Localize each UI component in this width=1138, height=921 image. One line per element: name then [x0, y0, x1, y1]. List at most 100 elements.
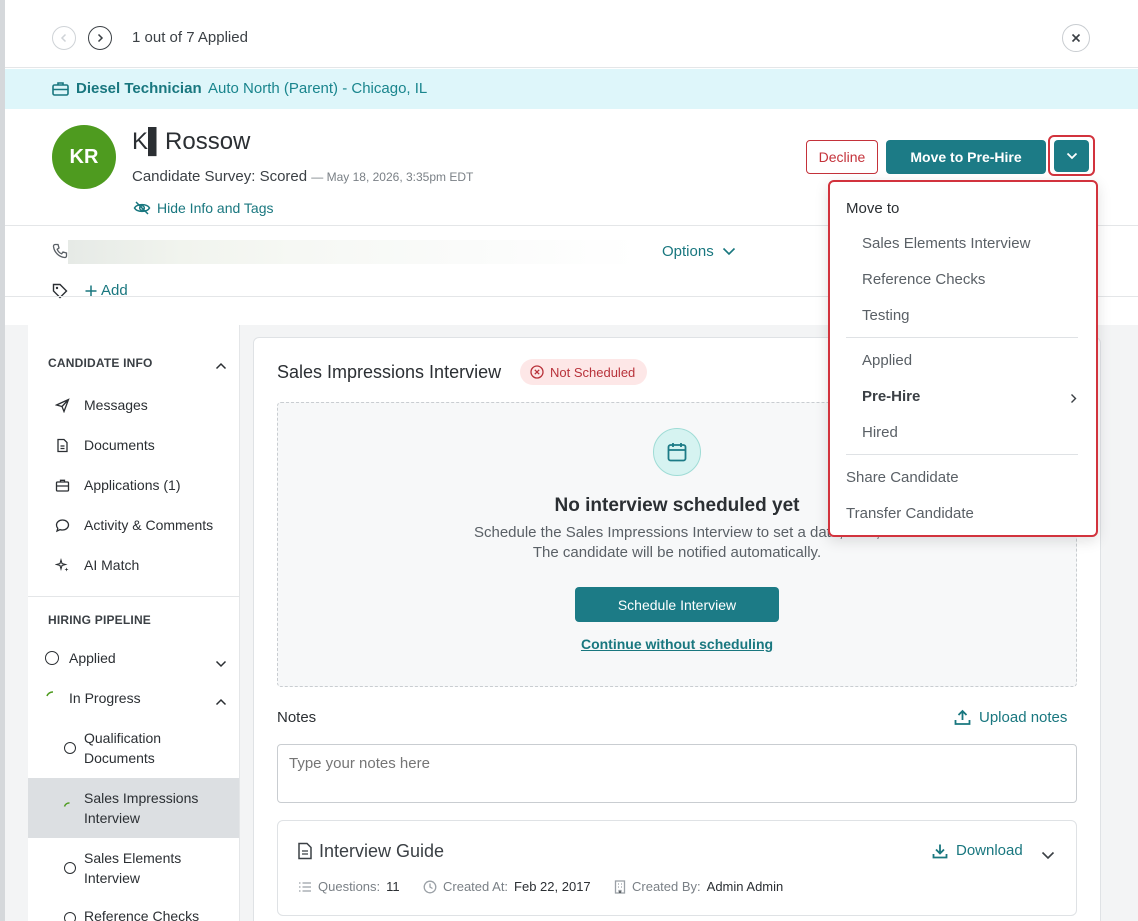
questions-value: 11 [386, 879, 400, 894]
interview-guide-title: Interview Guide [319, 841, 445, 861]
move-options-dropdown-button[interactable] [1054, 140, 1089, 172]
pipeline-substage-reference-checks[interactable]: Reference Checks [84, 906, 199, 921]
menu-item-sales-elements-interview[interactable]: Sales Elements Interview [862, 235, 1030, 252]
sidebar-item-documents[interactable]: Documents [55, 437, 155, 453]
chevron-right-icon [97, 33, 104, 43]
schedule-interview-button[interactable]: Schedule Interview [575, 587, 779, 622]
phone-icon [52, 243, 68, 264]
candidate-info-heading: CANDIDATE INFO [48, 356, 153, 370]
divider [28, 596, 239, 597]
job-location: Auto North (Parent) - Chicago, IL [208, 80, 428, 97]
next-candidate-button[interactable] [88, 26, 112, 50]
briefcase-icon [52, 81, 69, 102]
close-icon [1071, 33, 1081, 43]
clock-icon [423, 880, 437, 893]
move-to-pre-hire-button[interactable]: Move to Pre-Hire [886, 140, 1046, 174]
download-guide-button[interactable]: Download [932, 842, 1023, 859]
tag-icon [52, 283, 68, 304]
sidebar-item-label: Applications (1) [84, 477, 181, 493]
upload-notes-button[interactable]: Upload notes [954, 709, 1067, 726]
pipeline-substage-sales-impressions-interview[interactable]: Sales Impressions Interview [84, 788, 198, 828]
download-icon [932, 844, 948, 858]
pipeline-substage-qualification-documents[interactable]: Qualification Documents [84, 728, 161, 768]
candidate-counter: 1 out of 7 Applied [132, 29, 248, 46]
options-label: Options [662, 243, 714, 260]
menu-item-applied[interactable]: Applied [862, 352, 912, 369]
pipeline-stage-label: Applied [69, 650, 116, 666]
options-dropdown[interactable]: Options [662, 243, 736, 260]
list-icon [299, 881, 311, 892]
pipeline-substage-sales-elements-interview[interactable]: Sales Elements Interview [84, 848, 181, 888]
menu-item-reference-checks[interactable]: Reference Checks [862, 271, 985, 288]
upload-icon [954, 709, 971, 725]
briefcase-icon [55, 479, 70, 492]
guide-questions: Questions: 11 [298, 879, 400, 894]
previous-candidate-button[interactable] [52, 26, 76, 50]
x-circle-icon [530, 365, 544, 379]
sidebar-item-ai-match[interactable]: AI Match [55, 557, 139, 573]
created-by-label: Created By: [632, 879, 701, 894]
sidebar-item-label: AI Match [84, 557, 140, 573]
chevron-up-icon [215, 362, 227, 370]
created-by-value: Admin Admin [706, 879, 784, 894]
sparkle-icon [55, 557, 69, 571]
close-button[interactable] [1062, 24, 1090, 52]
sidebar-item-label: Activity & Comments [84, 517, 214, 533]
menu-divider [846, 454, 1078, 455]
download-label: Download [956, 842, 1023, 859]
guide-created-at: Created At: Feb 22, 2017 [423, 879, 591, 894]
document-icon [297, 842, 313, 865]
sidebar-item-applications[interactable]: Applications (1) [55, 477, 181, 493]
menu-item-pre-hire[interactable]: Pre-Hire [862, 388, 920, 405]
candidate-survey-status: Candidate Survey: Scored — May 18, 2026,… [132, 168, 473, 185]
chevron-down-icon [722, 247, 735, 256]
eye-off-icon [133, 201, 151, 215]
menu-item-share-candidate[interactable]: Share Candidate [846, 469, 959, 486]
menu-divider [846, 337, 1078, 338]
collapse-in-progress-button[interactable] [215, 693, 227, 711]
guide-created-by: Created By: Admin Admin [614, 879, 783, 894]
substage-label-line: Interview [84, 870, 141, 886]
pipeline-stage-in-progress[interactable]: In Progress [45, 690, 141, 706]
stage-status-icon [45, 651, 59, 665]
notes-textarea[interactable] [277, 744, 1077, 803]
avatar: KR [52, 125, 116, 189]
chevron-left-icon [60, 33, 67, 43]
calendar-icon [653, 428, 701, 476]
send-icon [55, 397, 70, 413]
chevron-right-icon [1070, 391, 1077, 409]
sidebar-item-activity-comments[interactable]: Activity & Comments [55, 517, 213, 533]
upload-notes-label: Upload notes [979, 709, 1068, 726]
survey-date: — May 18, 2026, 3:35pm EDT [311, 170, 474, 184]
stage-status-icon [64, 862, 76, 874]
chevron-up-icon [215, 698, 227, 706]
plus-icon [85, 285, 97, 296]
status-badge: Not Scheduled [520, 359, 648, 385]
job-title-link[interactable]: Diesel Technician [76, 80, 202, 97]
decline-button[interactable]: Decline [806, 140, 878, 174]
chevron-down-icon [215, 660, 227, 668]
continue-link-text[interactable]: Continue without scheduling [581, 636, 773, 652]
notes-label: Notes [277, 709, 317, 726]
hide-info-toggle[interactable]: Hide Info and Tags [133, 200, 274, 216]
sidebar-item-messages[interactable]: Messages [55, 397, 148, 413]
hiring-pipeline-heading: HIRING PIPELINE [48, 613, 152, 627]
menu-item-testing[interactable]: Testing [862, 307, 910, 324]
menu-item-hired[interactable]: Hired [862, 424, 898, 441]
continue-without-scheduling-link: Continue without scheduling [277, 636, 1077, 652]
building-icon [614, 879, 626, 894]
collapse-candidate-info-button[interactable] [215, 357, 227, 375]
sidebar-item-label: Messages [84, 397, 148, 413]
stage-status-icon [64, 742, 76, 754]
menu-item-transfer-candidate[interactable]: Transfer Candidate [846, 505, 974, 522]
expand-applied-button[interactable] [215, 655, 227, 673]
chevron-down-icon [1041, 851, 1055, 860]
pipeline-stage-applied[interactable]: Applied [45, 650, 116, 666]
progress-spinner-icon [46, 691, 54, 697]
expand-guide-button[interactable] [1041, 847, 1055, 865]
substage-label-line: Qualification [84, 730, 162, 746]
pipeline-stage-label: In Progress [69, 690, 141, 706]
substage-label-line: Sales Impressions [84, 790, 199, 806]
chevron-down-icon [1066, 152, 1077, 160]
substage-label-line: Sales Elements [84, 850, 182, 866]
